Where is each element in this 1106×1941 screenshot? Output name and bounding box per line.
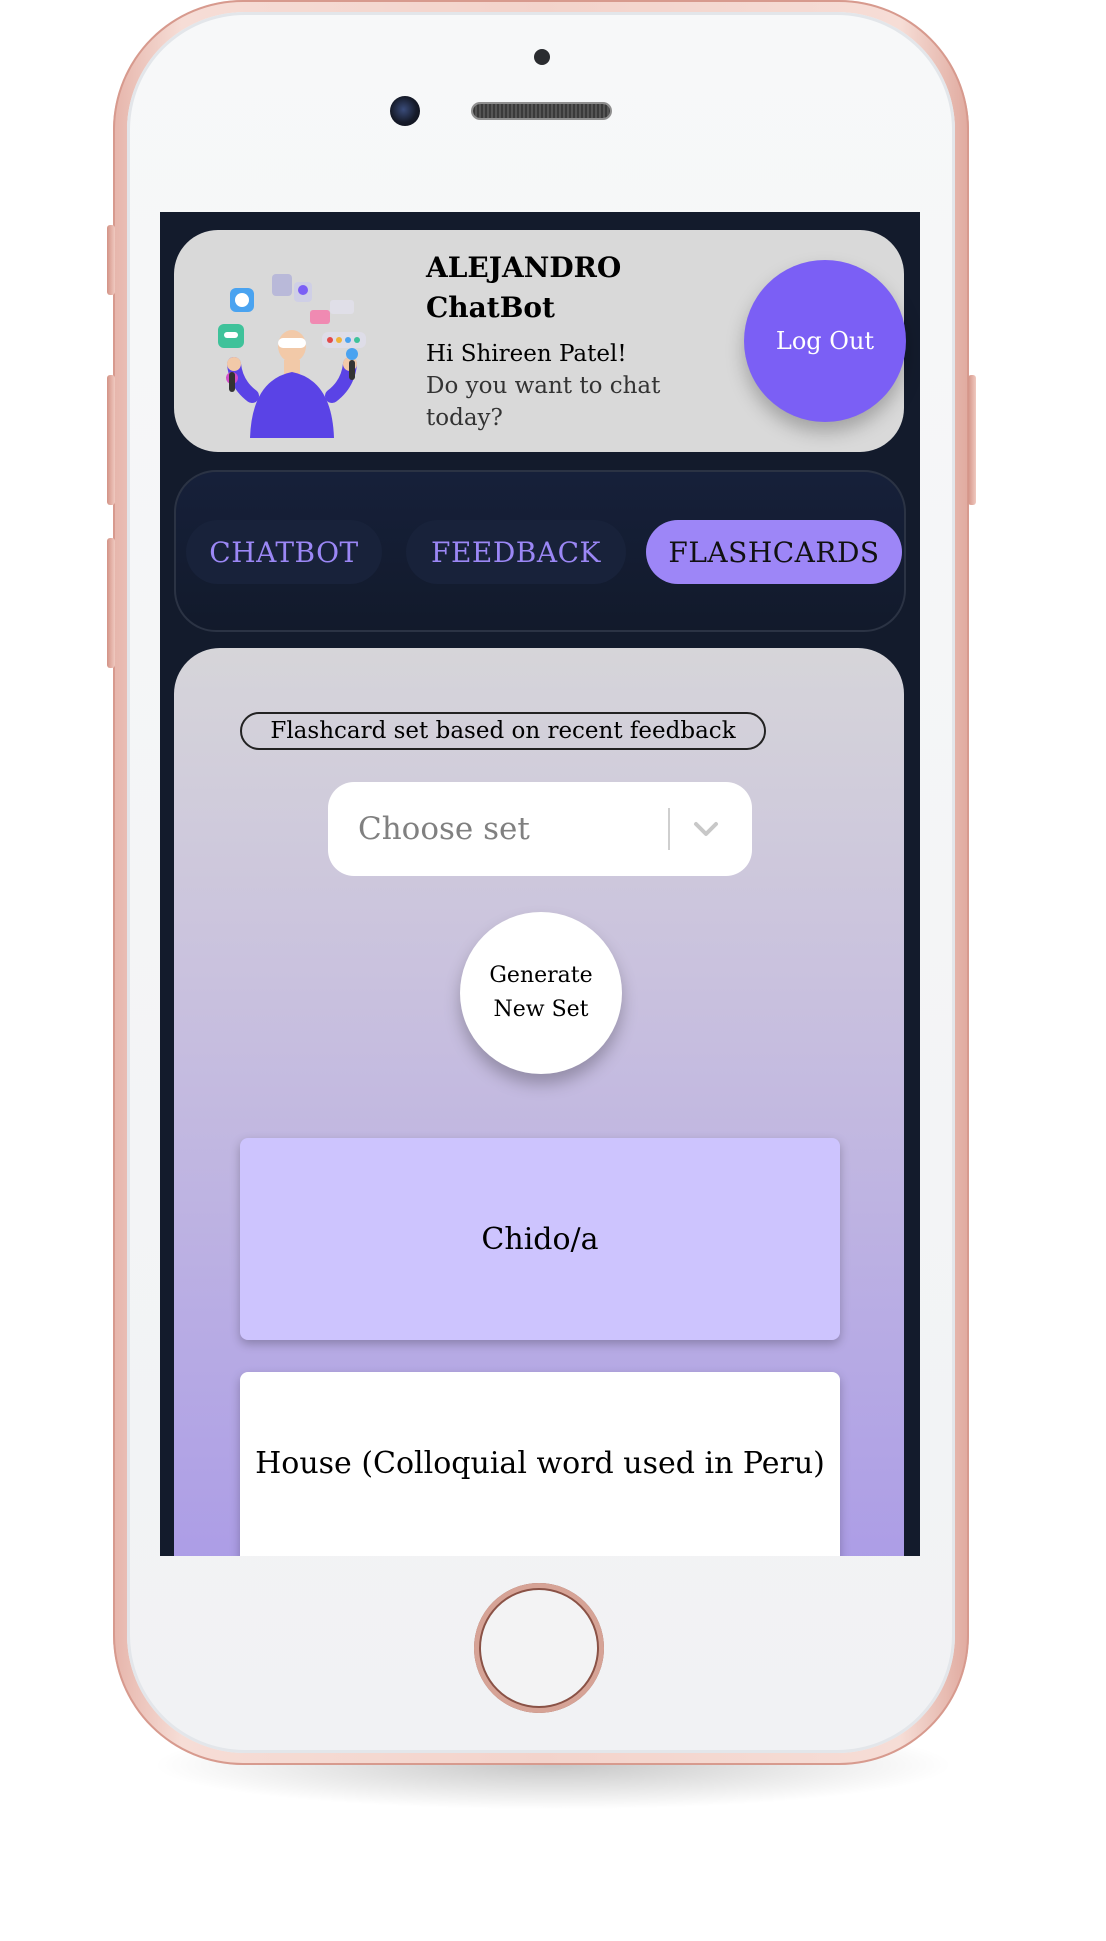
app-screen: ALEJANDRO ChatBot Hi Shireen Patel! Do y… <box>160 212 920 1556</box>
header-card: ALEJANDRO ChatBot Hi Shireen Patel! Do y… <box>174 230 906 452</box>
generate-new-set-button[interactable]: Generate New Set <box>460 912 622 1074</box>
front-camera-icon <box>390 96 420 126</box>
chevron-down-icon[interactable] <box>692 818 720 840</box>
home-button[interactable] <box>474 1583 604 1713</box>
juggler-illustration-icon <box>218 274 366 438</box>
set-description-label: Flashcard set based on recent feedback <box>240 712 766 750</box>
tab-chatbot[interactable]: CHATBOT <box>186 520 382 584</box>
mute-switch <box>107 225 115 295</box>
set-select-placeholder: Choose set <box>358 811 530 847</box>
earpiece-speaker <box>473 104 610 118</box>
tab-feedback[interactable]: FEEDBACK <box>406 520 626 584</box>
volume-down-button <box>107 538 115 668</box>
flashcard-text: Chido/a <box>481 1221 599 1257</box>
flashcard[interactable]: House (Colloquial word used in Peru) <box>240 1372 840 1556</box>
flashcard[interactable]: Chido/a <box>240 1138 840 1340</box>
greeting-subtext: Do you want to chat today? <box>426 373 661 431</box>
logout-button[interactable]: Log Out <box>744 260 906 422</box>
proximity-sensor <box>534 49 550 65</box>
greeting-block: Hi Shireen Patel! Do you want to chat to… <box>426 338 686 434</box>
flashcard-text: House (Colloquial word used in Peru) <box>255 1445 825 1481</box>
brand-subtitle: ChatBot <box>426 291 555 324</box>
set-select[interactable]: Choose set <box>328 782 752 876</box>
volume-up-button <box>107 375 115 505</box>
greeting-text: Hi Shireen Patel! <box>426 341 627 367</box>
flashcards-panel: Flashcard set based on recent feedback C… <box>174 648 904 1556</box>
power-button <box>968 375 976 505</box>
select-divider <box>668 808 670 850</box>
app-brand: ALEJANDRO ChatBot <box>426 248 666 328</box>
tab-flashcards[interactable]: FLASHCARDS <box>646 520 902 584</box>
brand-name: ALEJANDRO <box>426 251 622 284</box>
tab-bar: CHATBOT FEEDBACK FLASHCARDS <box>174 470 906 632</box>
